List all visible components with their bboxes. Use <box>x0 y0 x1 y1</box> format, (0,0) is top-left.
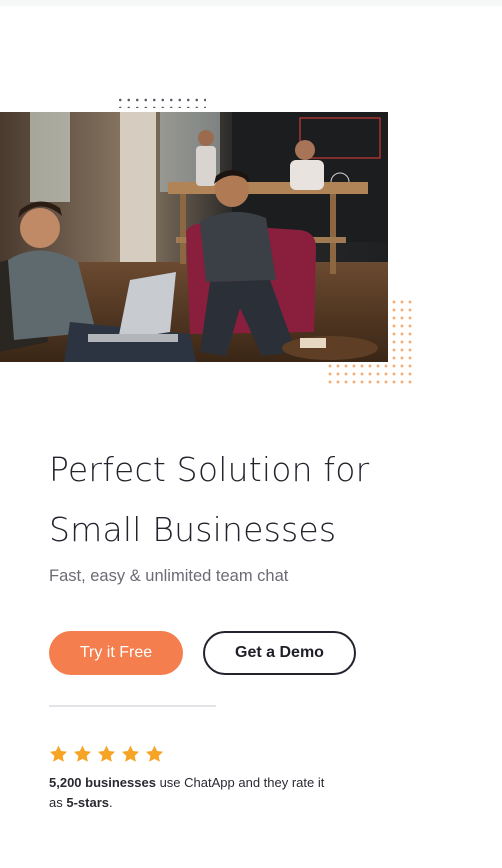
divider <box>49 705 216 707</box>
rating-end-text: . <box>108 795 113 810</box>
star-rating <box>48 744 165 764</box>
page-subtitle: Fast, easy & unlimited team chat <box>49 567 289 585</box>
star-icon <box>120 744 141 764</box>
star-icon <box>72 744 93 764</box>
star-icon <box>48 744 69 764</box>
landing-page: Perfect Solution for Small Businesses Fa… <box>0 0 502 868</box>
decorative-dot-pattern-grey <box>116 96 206 108</box>
try-it-free-label: Try it Free <box>79 644 153 661</box>
rating-value: 5-stars <box>66 795 109 810</box>
star-icon <box>96 744 117 764</box>
page-title-line-1: Perfect Solution for <box>49 450 370 489</box>
page-title: Perfect Solution for Small Businesses <box>49 440 449 560</box>
try-it-free-button[interactable]: Try it Free <box>49 631 183 675</box>
business-count: 5,200 businesses <box>49 775 156 790</box>
rating-description: 5,200 businesses use ChatApp and they ra… <box>49 773 329 813</box>
top-strip <box>0 0 502 6</box>
get-a-demo-label: Get a Demo <box>235 644 324 661</box>
page-title-line-2: Small Businesses <box>49 510 337 549</box>
get-a-demo-button[interactable]: Get a Demo <box>203 631 356 675</box>
hero-image <box>0 112 388 362</box>
star-icon <box>144 744 165 764</box>
